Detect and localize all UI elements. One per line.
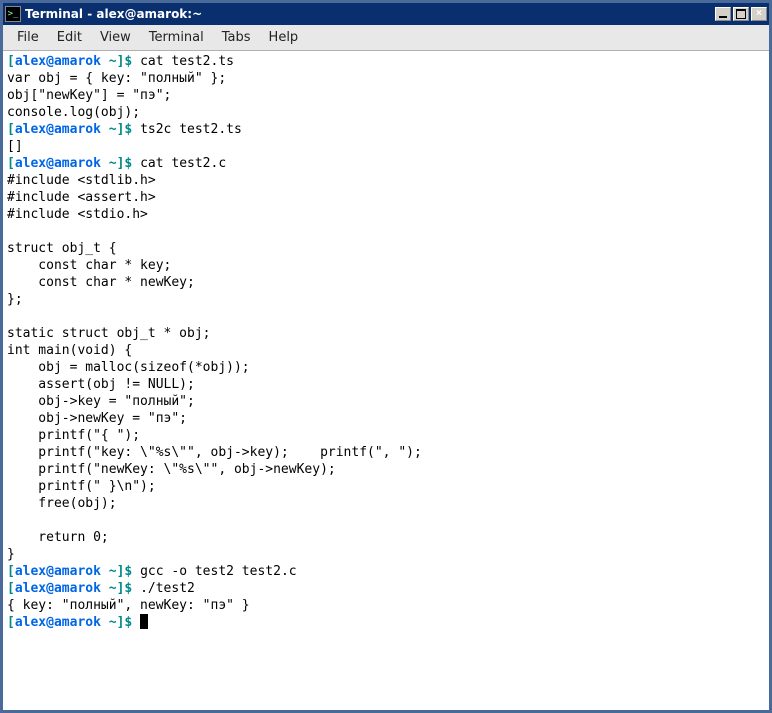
prompt-user: alex@amarok [15, 156, 101, 171]
prompt-path: ~ [101, 564, 117, 579]
titlebar[interactable]: >_ Terminal - alex@amarok:~ × [3, 3, 769, 25]
output-line: const char * newKey; [7, 275, 195, 290]
prompt-bracket: [ [7, 54, 15, 69]
output-line: console.log(obj); [7, 105, 140, 120]
prompt-bracket: [ [7, 122, 15, 137]
prompt-dollar: $ [124, 122, 140, 137]
menu-edit[interactable]: Edit [49, 27, 90, 48]
cursor [140, 614, 148, 629]
command-text: ts2c test2.ts [140, 122, 242, 137]
window-title: Terminal - alex@amarok:~ [25, 7, 715, 21]
prompt-bracket: [ [7, 581, 15, 596]
prompt-path: ~ [101, 122, 117, 137]
prompt-user: alex@amarok [15, 54, 101, 69]
output-line: free(obj); [7, 496, 117, 511]
prompt-bracket: [ [7, 564, 15, 579]
command-text: cat test2.c [140, 156, 226, 171]
prompt-dollar: $ [124, 156, 140, 171]
output-line: struct obj_t { [7, 241, 117, 256]
command-text: gcc -o test2 test2.c [140, 564, 297, 579]
window-controls: × [715, 7, 767, 21]
prompt-path: ~ [101, 156, 117, 171]
output-line: printf("key: \"%s\"", obj->key); printf(… [7, 445, 422, 460]
terminal-window: >_ Terminal - alex@amarok:~ × File Edit … [0, 0, 772, 713]
command-text: cat test2.ts [140, 54, 234, 69]
output-line: obj->key = "полный"; [7, 394, 195, 409]
prompt-dollar: $ [124, 564, 140, 579]
prompt-user: alex@amarok [15, 122, 101, 137]
output-line: obj["newKey"] = "пэ"; [7, 88, 171, 103]
output-line: const char * key; [7, 258, 171, 273]
output-line: #include <stdio.h> [7, 207, 148, 222]
output-line: printf(" }\n"); [7, 479, 156, 494]
output-line: #include <stdlib.h> [7, 173, 156, 188]
menu-terminal[interactable]: Terminal [141, 27, 212, 48]
output-line: assert(obj != NULL); [7, 377, 195, 392]
menu-tabs[interactable]: Tabs [214, 27, 259, 48]
output-line: int main(void) { [7, 343, 132, 358]
prompt-user: alex@amarok [15, 564, 101, 579]
minimize-button[interactable] [715, 7, 731, 21]
menu-view[interactable]: View [92, 27, 139, 48]
prompt-bracket: [ [7, 615, 15, 630]
prompt-user: alex@amarok [15, 581, 101, 596]
output-line: obj = malloc(sizeof(*obj)); [7, 360, 250, 375]
maximize-button[interactable] [733, 7, 749, 21]
prompt-path: ~ [101, 581, 117, 596]
output-line: } [7, 547, 15, 562]
menubar: File Edit View Terminal Tabs Help [3, 25, 769, 51]
output-line: { key: "полный", newKey: "пэ" } [7, 598, 250, 613]
output-line: printf("newKey: \"%s\"", obj->newKey); [7, 462, 336, 477]
prompt-bracket: [ [7, 156, 15, 171]
output-line: obj->newKey = "пэ"; [7, 411, 187, 426]
prompt-path: ~ [101, 615, 117, 630]
terminal-icon: >_ [5, 6, 21, 22]
output-line: static struct obj_t * obj; [7, 326, 211, 341]
menu-file[interactable]: File [9, 27, 47, 48]
output-line: }; [7, 292, 23, 307]
output-line: printf("{ "); [7, 428, 140, 443]
prompt-dollar: $ [124, 54, 140, 69]
prompt-path: ~ [101, 54, 117, 69]
command-text: ./test2 [140, 581, 195, 596]
menu-help[interactable]: Help [261, 27, 307, 48]
output-line: #include <assert.h> [7, 190, 156, 205]
prompt-user: alex@amarok [15, 615, 101, 630]
prompt-dollar: $ [124, 615, 140, 630]
output-line: return 0; [7, 530, 109, 545]
output-line: var obj = { key: "полный" }; [7, 71, 226, 86]
close-button[interactable]: × [751, 7, 767, 21]
output-line: [] [7, 139, 23, 154]
terminal-content[interactable]: [alex@amarok ~]$ cat test2.ts var obj = … [3, 51, 769, 710]
prompt-dollar: $ [124, 581, 140, 596]
